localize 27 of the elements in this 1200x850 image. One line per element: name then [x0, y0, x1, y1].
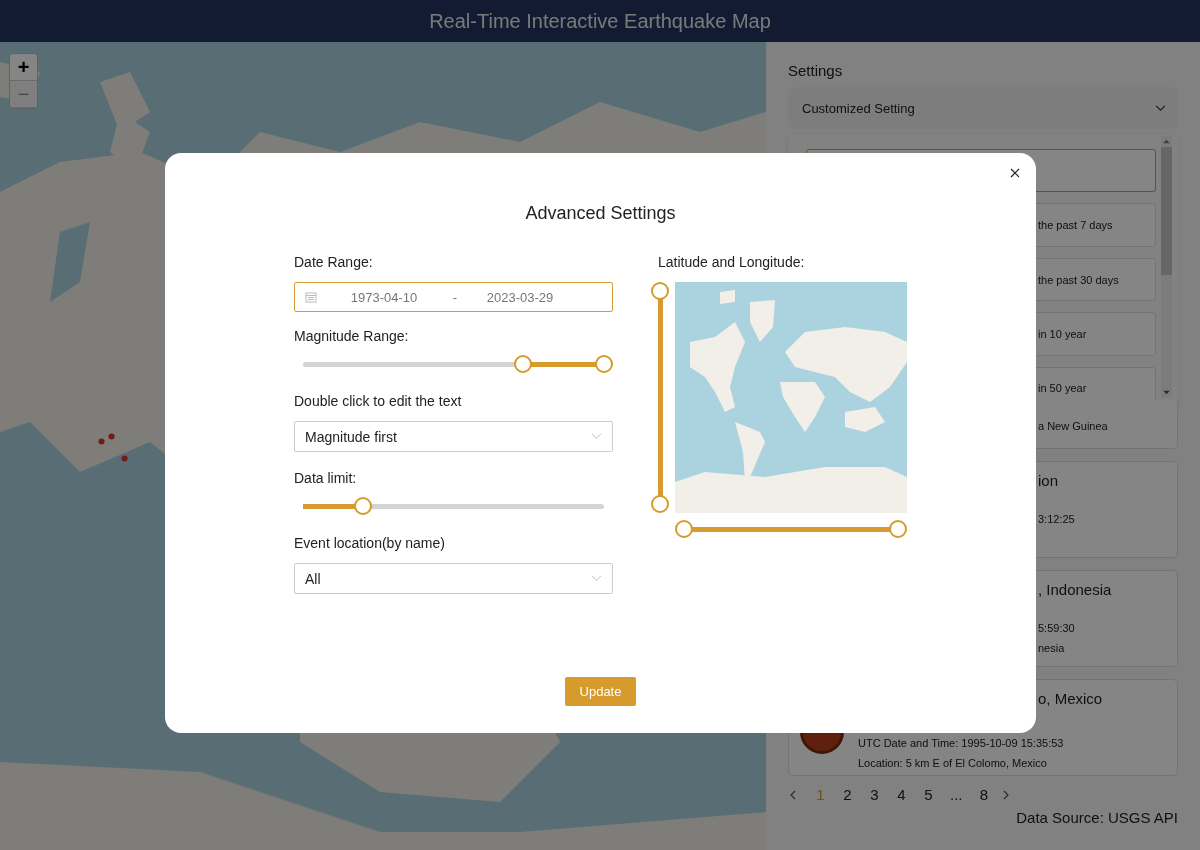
scrollbar[interactable] — [1161, 136, 1172, 398]
scroll-up-icon[interactable] — [1163, 139, 1170, 144]
slider-handle[interactable] — [889, 520, 907, 538]
close-icon[interactable] — [1010, 168, 1020, 178]
event-time: 3:12:25 — [1038, 513, 1076, 525]
mode-select[interactable]: Customized Setting — [788, 87, 1178, 129]
previous-page-icon[interactable] — [790, 789, 796, 800]
data-source-text: Data Source: USGS API — [1015, 809, 1178, 826]
event-location: nesia — [1038, 642, 1066, 654]
event-location: Location: 5 km E of El Colomo, Mexico — [858, 757, 1048, 769]
page-button[interactable]: ... — [947, 786, 966, 803]
event-location: a New Guinea — [1038, 420, 1109, 432]
app-title: Real-Time Interactive Earthquake Map — [429, 9, 771, 33]
page-button[interactable]: 5 — [920, 786, 937, 803]
event-title: ion — [1038, 472, 1060, 489]
scroll-down-icon[interactable] — [1163, 390, 1170, 395]
event-title: , Indonesia — [1038, 581, 1113, 598]
settings-heading: Settings — [788, 62, 844, 79]
page-button[interactable]: 2 — [839, 786, 856, 803]
event-time: UTC Date and Time: 1995-10-09 15:35:53 — [858, 737, 1065, 749]
next-page-icon[interactable] — [1002, 789, 1009, 800]
page-button[interactable]: 4 — [893, 786, 910, 803]
page-button[interactable]: 8 — [975, 786, 993, 803]
event-title: o, Mexico — [1038, 690, 1104, 707]
chevron-down-icon — [1155, 104, 1166, 112]
event-time: 5:59:30 — [1038, 622, 1076, 634]
page-button[interactable]: 3 — [866, 786, 883, 803]
